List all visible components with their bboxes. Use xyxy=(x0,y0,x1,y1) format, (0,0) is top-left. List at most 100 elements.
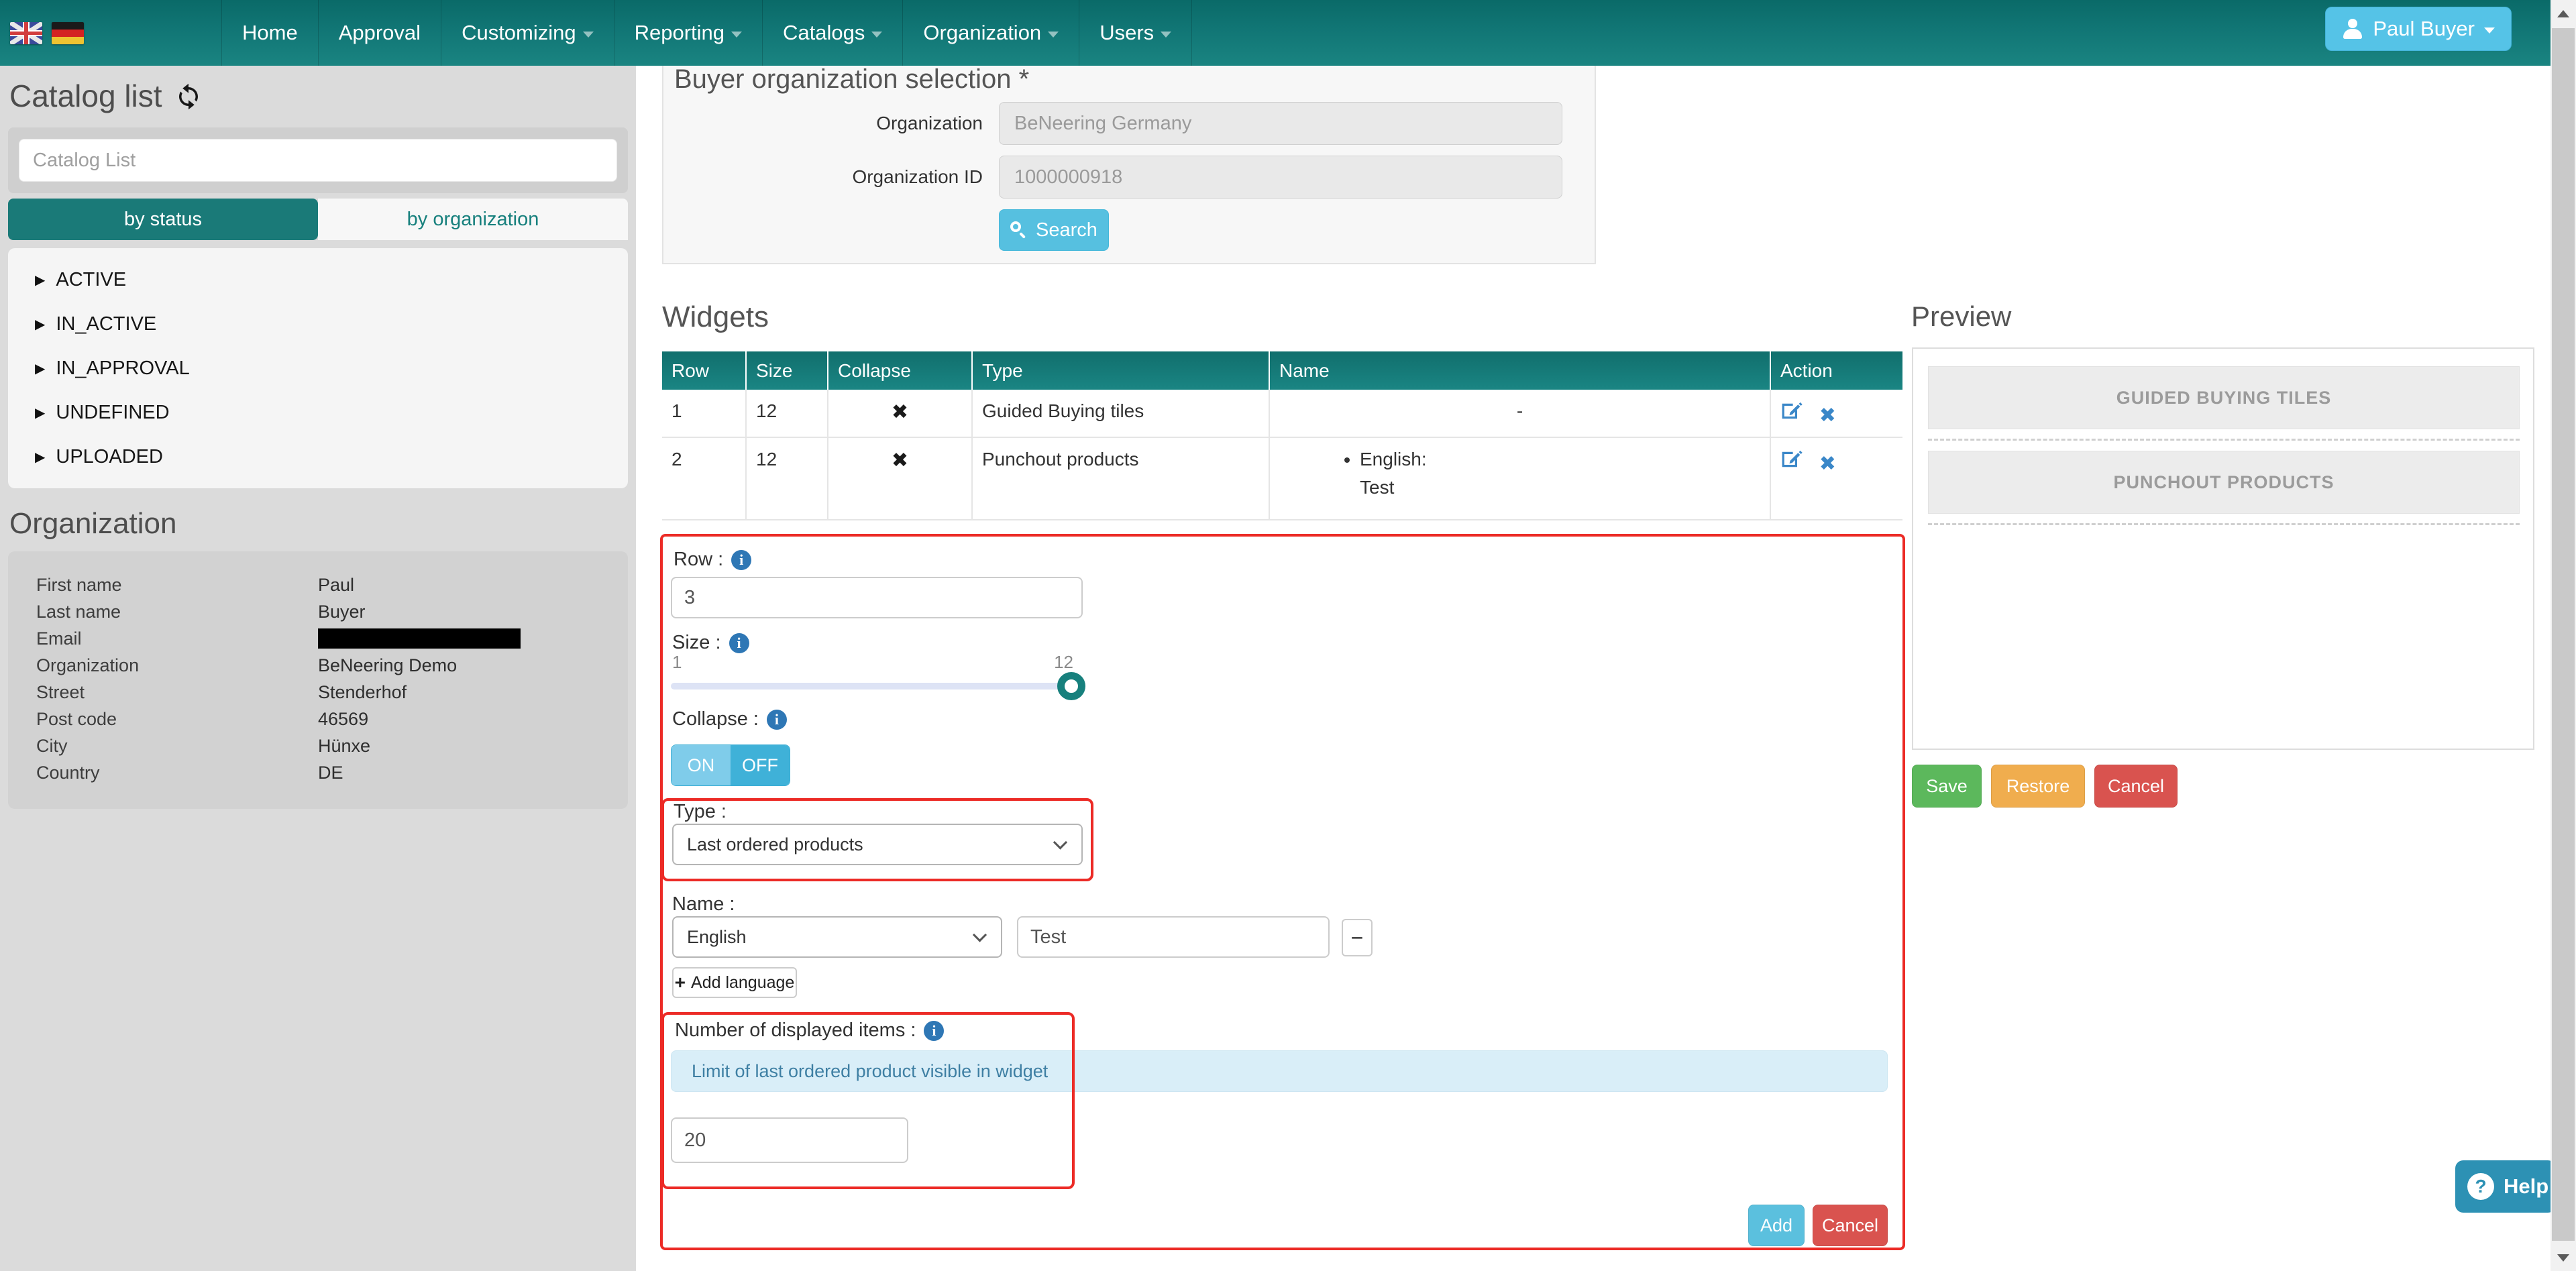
organization-field-row: Organization BeNeering Germany xyxy=(663,102,983,145)
preview-divider xyxy=(1928,439,2520,441)
status-item-active[interactable]: ▶ACTIVE xyxy=(8,258,628,302)
triangle-right-icon: ▶ xyxy=(35,404,45,421)
name-input[interactable]: Test xyxy=(1017,916,1330,958)
caret-down-icon xyxy=(1048,32,1059,38)
org-row-country: CountryDE xyxy=(8,759,628,786)
scroll-up-button[interactable] xyxy=(2551,0,2576,27)
organization-id-input-disabled: 1000000918 xyxy=(999,156,1562,199)
cell-name: English: Test xyxy=(1269,437,1770,520)
nav-item-organization[interactable]: Organization xyxy=(902,0,1079,66)
collapse-label: Collapse : i xyxy=(672,708,787,730)
vertical-scrollbar xyxy=(2551,0,2576,1271)
delete-widget-button[interactable]: ✖ xyxy=(1819,452,1836,476)
row-input[interactable]: 3 xyxy=(671,577,1083,618)
collapse-x-icon: ✖ xyxy=(892,401,908,423)
delete-widget-button[interactable]: ✖ xyxy=(1819,404,1836,427)
size-label: Size : i xyxy=(672,632,749,654)
status-item-undefined[interactable]: ▶UNDEFINED xyxy=(8,390,628,435)
status-item-uploaded[interactable]: ▶UPLOADED xyxy=(8,435,628,479)
org-row-last-name: Last nameBuyer xyxy=(8,598,628,625)
type-select[interactable]: Last ordered products xyxy=(672,824,1083,865)
collapse-on-button[interactable]: ON xyxy=(672,745,731,785)
nav-item-home[interactable]: Home xyxy=(221,0,318,66)
header-size: Size xyxy=(746,351,828,390)
catalog-search-input[interactable] xyxy=(19,139,617,182)
cancel-button[interactable]: Cancel xyxy=(2094,765,2178,808)
scroll-down-button[interactable] xyxy=(2551,1244,2576,1271)
nav-item-customizing[interactable]: Customizing xyxy=(441,0,614,66)
org-row-post-code: Post code46569 xyxy=(8,706,628,732)
search-button[interactable]: Search xyxy=(999,209,1109,251)
info-icon[interactable]: i xyxy=(767,710,787,730)
info-icon[interactable]: i xyxy=(729,633,749,653)
catalog-list-title: Catalog list xyxy=(9,78,162,114)
nav-item-users[interactable]: Users xyxy=(1079,0,1192,66)
size-slider-handle[interactable] xyxy=(1057,672,1085,700)
user-menu-button[interactable]: Paul Buyer xyxy=(2325,7,2512,51)
size-max-label: 12 xyxy=(1033,652,1073,673)
header-collapse: Collapse xyxy=(828,351,972,390)
nav-item-approval[interactable]: Approval xyxy=(318,0,441,66)
info-icon[interactable]: i xyxy=(731,550,751,570)
plus-icon: + xyxy=(675,972,686,993)
nav-item-catalogs[interactable]: Catalogs xyxy=(762,0,902,66)
arrow-up-icon xyxy=(2557,10,2569,17)
displayed-items-label: Number of displayed items : i xyxy=(675,1019,944,1042)
name-label: Name : xyxy=(672,893,735,916)
widgets-table-header: Row Size Collapse Type Name Action xyxy=(662,351,1902,390)
restore-button[interactable]: Restore xyxy=(1991,765,2085,808)
caret-down-icon xyxy=(871,32,882,38)
table-row: 2 12 ✖ Punchout products English: Test ✖ xyxy=(662,437,1902,520)
header-type: Type xyxy=(972,351,1269,390)
german-flag-icon[interactable] xyxy=(52,22,84,44)
add-widget-button[interactable]: Add xyxy=(1748,1205,1805,1246)
top-navbar: Home Approval Customizing Reporting Cata… xyxy=(0,0,2551,66)
tab-by-organization[interactable]: by organization xyxy=(318,199,628,240)
cell-collapse: ✖ xyxy=(828,390,972,437)
triangle-right-icon: ▶ xyxy=(35,316,45,333)
displayed-items-input[interactable]: 20 xyxy=(671,1117,908,1163)
org-row-street: StreetStenderhof xyxy=(8,679,628,706)
caret-down-icon xyxy=(583,32,594,38)
cell-name: - xyxy=(1269,390,1770,437)
user-name: Paul Buyer xyxy=(2373,17,2475,41)
refresh-icon[interactable] xyxy=(174,82,203,114)
organization-panel: First namePaul Last nameBuyer Email Orga… xyxy=(8,551,628,809)
scrollbar-thumb[interactable] xyxy=(2552,28,2575,1241)
nav-item-reporting[interactable]: Reporting xyxy=(614,0,762,66)
chevron-down-icon xyxy=(1053,835,1067,849)
header-row: Row xyxy=(662,351,746,390)
person-icon xyxy=(2342,19,2363,39)
triangle-right-icon: ▶ xyxy=(35,449,45,465)
info-icon[interactable]: i xyxy=(924,1021,944,1041)
organization-id-field-row: Organization ID 1000000918 xyxy=(663,156,983,199)
edit-widget-button[interactable] xyxy=(1780,449,1803,475)
size-slider-track[interactable] xyxy=(671,683,1073,689)
nav-items: Home Approval Customizing Reporting Cata… xyxy=(221,0,1192,66)
tab-by-status[interactable]: by status xyxy=(8,199,318,240)
status-item-in-approval[interactable]: ▶IN_APPROVAL xyxy=(8,346,628,390)
collapse-off-button[interactable]: OFF xyxy=(731,745,790,785)
org-row-organization: OrganizationBeNeering Demo xyxy=(8,652,628,679)
status-item-in-active[interactable]: ▶IN_ACTIVE xyxy=(8,302,628,346)
remove-language-button[interactable]: − xyxy=(1342,919,1373,956)
status-list: ▶ACTIVE ▶IN_ACTIVE ▶IN_APPROVAL ▶UNDEFIN… xyxy=(8,248,628,488)
caret-down-icon xyxy=(1161,32,1171,38)
cancel-widget-button[interactable]: Cancel xyxy=(1813,1205,1888,1246)
catalog-sidebar: Catalog list by status by organization ▶… xyxy=(0,66,636,1271)
redacted-email xyxy=(318,628,521,649)
add-language-button[interactable]: + Add language xyxy=(672,967,797,998)
header-name: Name xyxy=(1269,351,1770,390)
language-select[interactable]: English xyxy=(672,916,1002,958)
header-action: Action xyxy=(1770,351,1902,390)
edit-widget-button[interactable] xyxy=(1780,400,1803,427)
question-icon: ? xyxy=(2467,1173,2494,1200)
uk-flag-icon[interactable] xyxy=(10,22,42,44)
save-button[interactable]: Save xyxy=(1912,765,1982,808)
preview-panel: GUIDED BUYING TILES PUNCHOUT PRODUCTS xyxy=(1912,347,2534,750)
org-row-email: Email xyxy=(8,625,628,652)
organization-label: Organization xyxy=(663,102,983,145)
cell-size: 12 xyxy=(746,390,828,437)
triangle-right-icon: ▶ xyxy=(35,360,45,377)
help-button[interactable]: ? Help xyxy=(2455,1160,2556,1213)
